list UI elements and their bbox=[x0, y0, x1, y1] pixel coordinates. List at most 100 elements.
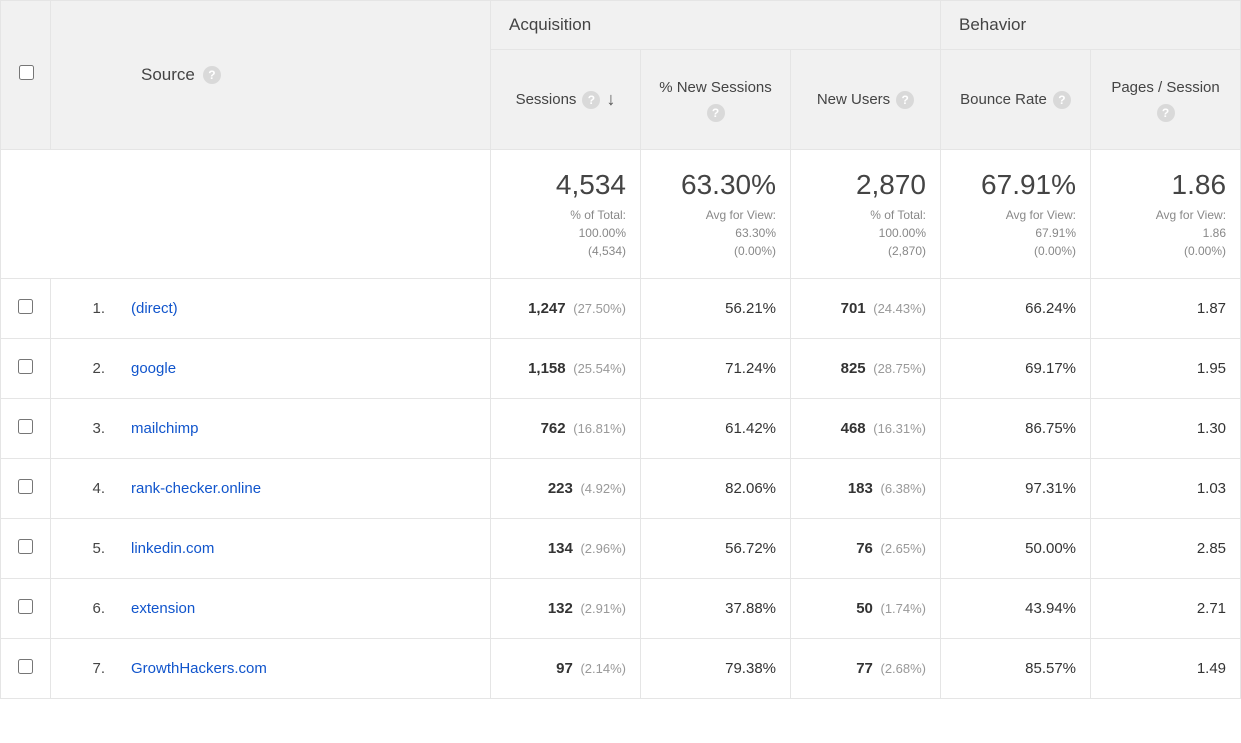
table-row: 3. mailchimp 762 (16.81%)61.42%468 (16.31%… bbox=[1, 398, 1241, 458]
summary-row: 4,534 % of Total: 100.00% (4,534) 63.30%… bbox=[1, 150, 1241, 279]
row-checkbox[interactable] bbox=[18, 419, 33, 434]
summary-bounce-rate: 67.91% Avg for View: 67.91% (0.00%) bbox=[941, 150, 1091, 279]
row-source-cell: 6. extension bbox=[51, 578, 491, 638]
row-index: 3. bbox=[65, 420, 105, 437]
column-header-pct-new-sessions[interactable]: % New Sessions ? bbox=[641, 50, 791, 150]
column-header-bounce-rate[interactable]: Bounce Rate ? bbox=[941, 50, 1091, 150]
row-pages-per-session: 1.49 bbox=[1091, 638, 1241, 698]
row-checkbox-cell bbox=[1, 458, 51, 518]
column-header-sessions[interactable]: Sessions ? ↓ bbox=[491, 50, 641, 150]
source-link[interactable]: (direct) bbox=[131, 300, 178, 317]
row-checkbox-cell bbox=[1, 398, 51, 458]
row-new-users: 701 (24.43%) bbox=[791, 278, 941, 338]
row-bounce-rate: 86.75% bbox=[941, 398, 1091, 458]
row-new-users: 825 (28.75%) bbox=[791, 338, 941, 398]
row-sessions: 134 (2.96%) bbox=[491, 518, 641, 578]
source-link[interactable]: rank-checker.online bbox=[131, 480, 261, 497]
summary-pps-value: 1.86 bbox=[1105, 168, 1226, 202]
row-sessions: 1,158 (25.54%) bbox=[491, 338, 641, 398]
row-index: 6. bbox=[65, 600, 105, 617]
row-sessions: 1,247 (27.50%) bbox=[491, 278, 641, 338]
row-pages-per-session: 1.30 bbox=[1091, 398, 1241, 458]
row-bounce-rate: 85.57% bbox=[941, 638, 1091, 698]
row-index: 5. bbox=[65, 540, 105, 557]
table-row: 4.rank-checker.online223 (4.92%)82.06%18… bbox=[1, 458, 1241, 518]
row-new-users: 468 (16.31%) bbox=[791, 398, 941, 458]
row-sessions: 223 (4.92%) bbox=[491, 458, 641, 518]
table-row: 2.google1,158 (25.54%)71.24%825 (28.75%)… bbox=[1, 338, 1241, 398]
table-row: 7.GrowthHackers.com97 (2.14%)79.38%77 (2… bbox=[1, 638, 1241, 698]
row-index: 1. bbox=[65, 300, 105, 317]
summary-empty-cell bbox=[1, 150, 51, 279]
table-row: 1.(direct)1,247 (27.50%)56.21%701 (24.43… bbox=[1, 278, 1241, 338]
row-pages-per-session: 2.71 bbox=[1091, 578, 1241, 638]
row-pct-new-sessions: 61.42% bbox=[641, 398, 791, 458]
row-source-cell: 3. mailchimp bbox=[51, 398, 491, 458]
column-group-behavior: Behavior bbox=[941, 1, 1241, 50]
source-link[interactable]: linkedin.com bbox=[131, 540, 214, 557]
row-checkbox[interactable] bbox=[18, 299, 33, 314]
row-checkbox[interactable] bbox=[18, 539, 33, 554]
row-sessions: 132 (2.91%) bbox=[491, 578, 641, 638]
row-bounce-rate: 69.17% bbox=[941, 338, 1091, 398]
row-checkbox[interactable] bbox=[18, 479, 33, 494]
column-header-pages-per-session[interactable]: Pages / Session ? bbox=[1091, 50, 1241, 150]
row-pages-per-session: 1.03 bbox=[1091, 458, 1241, 518]
row-pct-new-sessions: 56.72% bbox=[641, 518, 791, 578]
summary-new-users-value: 2,870 bbox=[805, 168, 926, 202]
column-header-new-users[interactable]: New Users ? bbox=[791, 50, 941, 150]
table-row: 5. linkedin.com 134 (2.96%)56.72%76 (2.65%… bbox=[1, 518, 1241, 578]
summary-sessions: 4,534 % of Total: 100.00% (4,534) bbox=[491, 150, 641, 279]
row-pages-per-session: 2.85 bbox=[1091, 518, 1241, 578]
source-link[interactable]: mailchimp bbox=[131, 420, 199, 437]
row-checkbox[interactable] bbox=[18, 599, 33, 614]
column-header-new-users-label: New Users bbox=[817, 89, 890, 110]
help-icon[interactable]: ? bbox=[896, 91, 914, 109]
summary-bounce-value: 67.91% bbox=[955, 168, 1076, 202]
row-pct-new-sessions: 79.38% bbox=[641, 638, 791, 698]
column-header-bounce-rate-label: Bounce Rate bbox=[960, 89, 1047, 110]
source-link[interactable]: extension bbox=[131, 600, 195, 617]
summary-pct-new-sessions: 63.30% Avg for View: 63.30% (0.00%) bbox=[641, 150, 791, 279]
select-all-checkbox[interactable] bbox=[19, 65, 34, 80]
row-new-users: 50 (1.74%) bbox=[791, 578, 941, 638]
source-link[interactable]: google bbox=[131, 360, 176, 377]
help-icon[interactable]: ? bbox=[707, 104, 725, 122]
table-row: 6. extension 132 (2.91%)37.88%50 (1.74%)43… bbox=[1, 578, 1241, 638]
row-sessions: 762 (16.81%) bbox=[491, 398, 641, 458]
row-sessions: 97 (2.14%) bbox=[491, 638, 641, 698]
source-link[interactable]: GrowthHackers.com bbox=[131, 660, 267, 677]
row-bounce-rate: 43.94% bbox=[941, 578, 1091, 638]
row-pages-per-session: 1.87 bbox=[1091, 278, 1241, 338]
help-icon[interactable]: ? bbox=[203, 66, 221, 84]
row-checkbox-cell bbox=[1, 638, 51, 698]
help-icon[interactable]: ? bbox=[1053, 91, 1071, 109]
row-new-users: 76 (2.65%) bbox=[791, 518, 941, 578]
column-group-acquisition: Acquisition bbox=[491, 1, 941, 50]
row-checkbox-cell bbox=[1, 518, 51, 578]
column-header-sessions-label: Sessions bbox=[516, 89, 577, 110]
header-checkbox-cell bbox=[1, 1, 51, 150]
row-index: 2. bbox=[65, 360, 105, 377]
row-pct-new-sessions: 37.88% bbox=[641, 578, 791, 638]
row-checkbox[interactable] bbox=[18, 359, 33, 374]
row-pct-new-sessions: 82.06% bbox=[641, 458, 791, 518]
row-source-cell: 2. google bbox=[51, 338, 491, 398]
row-checkbox[interactable] bbox=[18, 659, 33, 674]
summary-new-users: 2,870 % of Total: 100.00% (2,870) bbox=[791, 150, 941, 279]
help-icon[interactable]: ? bbox=[582, 91, 600, 109]
row-checkbox-cell bbox=[1, 278, 51, 338]
row-source-cell: 4. rank-checker.online bbox=[51, 458, 491, 518]
sort-descending-icon: ↓ bbox=[606, 87, 615, 112]
row-source-cell: 5. linkedin.com bbox=[51, 518, 491, 578]
column-header-source[interactable]: Source ? bbox=[51, 1, 491, 150]
row-index: 4. bbox=[65, 480, 105, 497]
column-header-pct-new-sessions-label: % New Sessions bbox=[659, 77, 772, 98]
column-header-source-label: Source bbox=[141, 65, 195, 85]
analytics-source-table: Source ? Acquisition Behavior Sessions ?… bbox=[0, 0, 1241, 699]
row-bounce-rate: 66.24% bbox=[941, 278, 1091, 338]
row-checkbox-cell bbox=[1, 338, 51, 398]
summary-pct-new-value: 63.30% bbox=[655, 168, 776, 202]
help-icon[interactable]: ? bbox=[1157, 104, 1175, 122]
row-source-cell: 7.GrowthHackers.com bbox=[51, 638, 491, 698]
